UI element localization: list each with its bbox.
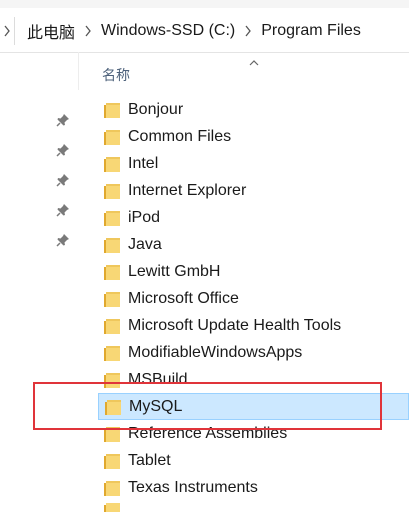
pin-icon[interactable]: [55, 142, 73, 160]
toolbar-remnant: [0, 0, 409, 8]
address-bar[interactable]: 此电脑 Windows-SSD (C:) Program Files: [0, 10, 409, 53]
folder-name: Texas Instruments: [128, 478, 258, 496]
folder-icon: [102, 128, 122, 146]
folder-name: Bonjour: [128, 100, 184, 118]
folder-icon: [102, 371, 122, 389]
folder-row[interactable]: ModifiableWindowsApps: [98, 339, 409, 366]
folder-row[interactable]: MySQL: [98, 393, 409, 420]
breadcrumb-drive-c[interactable]: Windows-SSD (C:): [97, 22, 239, 40]
folder-name: MySQL: [129, 397, 183, 415]
partial-next-row: [98, 503, 409, 512]
folder-name: Microsoft Office: [128, 289, 239, 307]
folder-name: Microsoft Update Health Tools: [128, 316, 342, 334]
folder-row[interactable]: Bonjour: [98, 96, 409, 123]
folder-icon: [102, 182, 122, 200]
folder-name: MSBuild: [128, 370, 188, 388]
folder-row[interactable]: iPod: [98, 204, 409, 231]
folder-icon: [103, 398, 123, 416]
chevron-right-icon[interactable]: [0, 10, 14, 52]
folder-row[interactable]: Common Files: [98, 123, 409, 150]
breadcrumb-this-pc[interactable]: 此电脑: [23, 19, 79, 43]
folder-icon: [102, 263, 122, 281]
folder-name: Internet Explorer: [128, 181, 247, 199]
chevron-right-icon[interactable]: [79, 25, 97, 37]
pin-icon[interactable]: [55, 232, 73, 250]
folder-icon: [102, 452, 122, 470]
chevron-right-icon[interactable]: [239, 25, 257, 37]
folder-icon: [102, 236, 122, 254]
folder-row[interactable]: Tablet: [98, 447, 409, 474]
folder-name: Intel: [128, 154, 159, 172]
pin-icon[interactable]: [55, 112, 73, 130]
folder-icon: [102, 479, 122, 497]
folder-icon: [102, 425, 122, 443]
folder-name: Reference Assemblies: [128, 424, 288, 442]
folder-row[interactable]: Java: [98, 231, 409, 258]
breadcrumb-program-files[interactable]: Program Files: [257, 22, 365, 40]
folder-row[interactable]: Intel: [98, 150, 409, 177]
pin-icon[interactable]: [55, 172, 73, 190]
folder-row[interactable]: Reference Assemblies: [98, 420, 409, 447]
pin-icon[interactable]: [55, 202, 73, 220]
column-header-row: 名称: [78, 52, 409, 90]
folder-name: iPod: [128, 208, 161, 226]
folder-name: Common Files: [128, 127, 232, 145]
folder-row[interactable]: Internet Explorer: [98, 177, 409, 204]
folder-name: Lewitt GmbH: [128, 262, 221, 280]
column-header-name[interactable]: 名称: [102, 65, 130, 85]
folder-icon: [102, 101, 122, 119]
folder-row[interactable]: Microsoft Office: [98, 285, 409, 312]
folder-icon: [102, 290, 122, 308]
folder-name: Tablet: [128, 451, 171, 469]
folder-icon: [102, 209, 122, 227]
sort-ascending-icon: [249, 54, 259, 72]
folder-icon: [102, 155, 122, 173]
folder-name: Java: [128, 235, 162, 253]
folder-name: ModifiableWindowsApps: [128, 343, 303, 361]
folder-row[interactable]: Texas Instruments: [98, 474, 409, 501]
address-divider: [14, 17, 15, 45]
folder-icon: [102, 317, 122, 335]
file-list: Bonjour Common Files Intel Internet Explore…: [98, 96, 409, 501]
folder-row[interactable]: MSBuild: [98, 366, 409, 393]
folder-icon: [102, 344, 122, 362]
folder-row[interactable]: Microsoft Update Health Tools: [98, 312, 409, 339]
folder-row[interactable]: Lewitt GmbH: [98, 258, 409, 285]
